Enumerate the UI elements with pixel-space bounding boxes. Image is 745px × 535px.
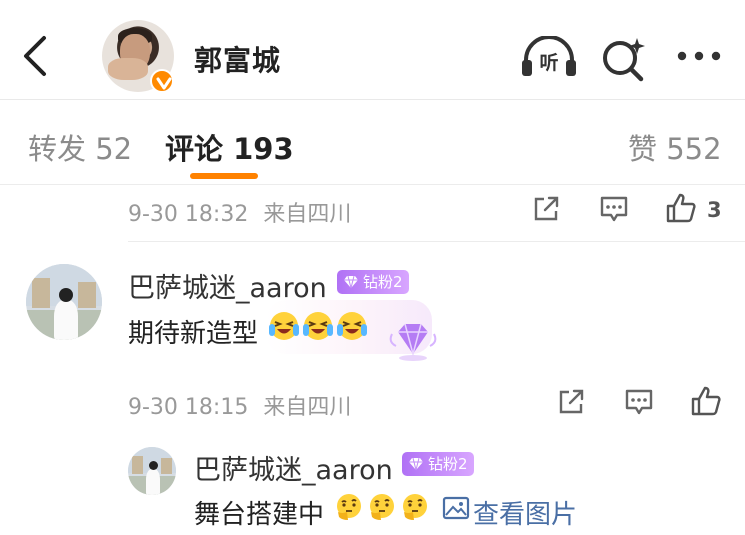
verified-v-icon <box>150 69 174 93</box>
reply-icon[interactable] <box>624 388 654 416</box>
diamond-decoration-icon <box>389 323 437 361</box>
fan-badge: 钻粉2 <box>337 270 409 294</box>
reply-icon[interactable] <box>599 195 629 223</box>
comment-source: 来自四川 <box>263 395 352 420</box>
active-tab-indicator <box>190 173 258 179</box>
comment-source: 来自四川 <box>263 202 352 227</box>
commenter-avatar[interactable] <box>26 264 102 340</box>
search-sparkle-icon[interactable] <box>600 36 646 82</box>
comment-date: 9-30 18:15 <box>128 395 249 420</box>
fan-badge: 钻粉2 <box>402 452 474 476</box>
tab-likes[interactable]: 赞 552 <box>628 126 722 168</box>
image-icon[interactable] <box>442 496 470 520</box>
like-count: 3 <box>707 198 722 222</box>
comment-date: 9-30 18:32 <box>128 202 249 227</box>
reply-username[interactable]: 巴萨城迷_aaron <box>194 448 393 487</box>
fan-badge-label: 钻粉2 <box>363 273 403 291</box>
comment-text: 期待新造型 <box>128 319 259 349</box>
diamond-icon <box>344 275 358 289</box>
crying-laughing-emoji <box>303 312 333 340</box>
profile-name[interactable]: 郭富城 <box>194 39 281 79</box>
thinking-emoji <box>403 494 427 520</box>
diamond-icon <box>409 457 423 471</box>
tab-comments[interactable]: 评论 193 <box>165 126 294 168</box>
comment-meta: 9-30 18:15 来自四川 <box>128 389 351 421</box>
like-icon[interactable] <box>690 385 722 417</box>
back-arrow-icon[interactable] <box>18 34 52 78</box>
crying-laughing-emoji <box>337 312 367 340</box>
thinking-emoji <box>370 494 394 520</box>
reply-text: 舞台搭建中 <box>194 500 325 530</box>
share-icon[interactable] <box>557 388 585 416</box>
crying-laughing-emoji <box>269 312 299 340</box>
headphones-listen-icon[interactable]: 听 <box>520 36 578 78</box>
listen-label: 听 <box>539 51 558 74</box>
tab-bar: 转发 52 评论 193 赞 552 <box>0 101 745 185</box>
thinking-emoji <box>337 494 361 520</box>
share-icon[interactable] <box>532 195 560 223</box>
top-bar: 郭富城 听 <box>0 0 745 100</box>
reply-avatar[interactable] <box>128 447 176 495</box>
more-icon[interactable] <box>676 50 722 62</box>
fan-badge-label: 钻粉2 <box>428 455 468 473</box>
tab-repost[interactable]: 转发 52 <box>28 126 132 168</box>
view-image-link[interactable]: 查看图片 <box>473 494 577 531</box>
like-icon[interactable] <box>665 192 697 224</box>
comment-meta: 9-30 18:32 来自四川 <box>128 196 351 228</box>
divider <box>128 241 745 242</box>
